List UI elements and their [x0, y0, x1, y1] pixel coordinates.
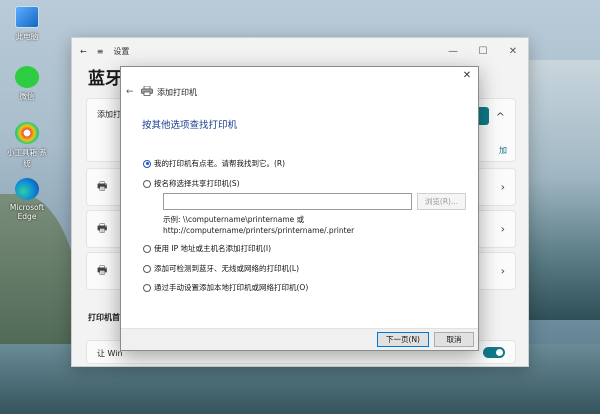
- page-title: 蓝牙: [88, 69, 122, 89]
- desktop-icon-label: 此电脑: [15, 32, 39, 41]
- printer-icon: 🖶: [97, 179, 108, 193]
- add-manually-link[interactable]: 加: [499, 145, 507, 156]
- example-line: http://computername/printers/printername…: [163, 226, 355, 235]
- desktop-icon-this-pc[interactable]: 此电脑: [4, 6, 50, 42]
- maximize-icon[interactable]: ☐: [468, 38, 498, 64]
- browse-button[interactable]: 浏览(R)...: [417, 193, 466, 210]
- option-ip-address[interactable]: 使用 IP 地址或主机名添加打印机(I): [143, 243, 271, 254]
- minimize-icon[interactable]: —: [438, 38, 468, 64]
- shared-printer-name-input[interactable]: [163, 193, 412, 210]
- desktop-icon-label: 小工具箱 系统: [7, 148, 47, 168]
- example-line: 示例: \\computername\printername 或: [163, 215, 305, 224]
- setting-label: 让 Win: [97, 349, 123, 358]
- add-printer-dialog: ✕ ← 添加打印机 按其他选项查找打印机 我的打印机有点老。请帮我找到它。(R)…: [120, 66, 479, 351]
- desktop-icon-label: Microsoft Edge: [9, 203, 45, 221]
- example-text: 示例: \\computername\printername 或 http://…: [163, 214, 354, 236]
- close-icon[interactable]: ✕: [498, 38, 528, 64]
- mini-tools-icon: [15, 122, 39, 144]
- desktop-icon-mini-tools[interactable]: 小工具箱 系统: [4, 122, 50, 169]
- radio-button[interactable]: [143, 264, 151, 273]
- printer-icon: [141, 86, 153, 96]
- cancel-button[interactable]: 取消: [434, 332, 474, 347]
- add-printer-label: 添加打: [97, 110, 121, 119]
- dialog-title: 添加打印机: [157, 88, 197, 97]
- window-title: 设置: [113, 46, 130, 56]
- printer-icon: 🖶: [97, 221, 108, 235]
- option-label: 添加可检测到蓝牙、无线或网络的打印机(L): [154, 264, 300, 273]
- menu-icon[interactable]: ≡: [97, 47, 104, 56]
- section-title: 打印机首: [88, 313, 120, 322]
- toggle-switch[interactable]: [483, 347, 505, 358]
- option-label: 我的打印机有点老。请帮我找到它。(R): [154, 159, 286, 168]
- option-old-printer[interactable]: 我的打印机有点老。请帮我找到它。(R): [143, 158, 285, 169]
- radio-button[interactable]: [143, 179, 151, 188]
- wechat-icon: [15, 66, 39, 88]
- radio-button-selected[interactable]: [143, 159, 151, 168]
- option-manual-local[interactable]: 通过手动设置添加本地打印机或网络打印机(O): [143, 282, 308, 293]
- radio-button[interactable]: [143, 244, 151, 253]
- dialog-heading: 按其他选项查找打印机: [142, 120, 238, 131]
- computer-icon: [15, 6, 39, 28]
- option-label: 按名称选择共享打印机(S): [154, 179, 240, 188]
- option-label: 使用 IP 地址或主机名添加打印机(I): [154, 244, 272, 253]
- back-arrow-icon[interactable]: ←: [80, 47, 87, 56]
- option-bluetooth-wireless[interactable]: 添加可检测到蓝牙、无线或网络的打印机(L): [143, 263, 299, 274]
- printer-icon: 🖶: [97, 263, 108, 277]
- radio-button[interactable]: [143, 283, 151, 292]
- chevron-right-icon: ›: [500, 264, 505, 278]
- close-icon[interactable]: ✕: [460, 69, 474, 83]
- option-label: 通过手动设置添加本地打印机或网络打印机(O): [154, 283, 309, 292]
- next-button[interactable]: 下一页(N): [377, 332, 429, 347]
- desktop-icon-edge[interactable]: Microsoft Edge: [4, 178, 50, 221]
- chevron-right-icon: ›: [500, 180, 505, 194]
- chevron-right-icon: ›: [500, 222, 505, 236]
- desktop-icon-label: 微信: [19, 92, 35, 101]
- chevron-up-icon[interactable]: ^: [496, 111, 505, 124]
- edge-icon: [15, 178, 39, 200]
- dialog-footer: 下一页(N) 取消: [121, 328, 478, 350]
- window-controls: — ☐ ✕: [438, 38, 528, 64]
- option-shared-by-name[interactable]: 按名称选择共享打印机(S): [143, 178, 240, 189]
- desktop-icon-wechat[interactable]: 微信: [4, 66, 50, 102]
- back-arrow-icon[interactable]: ←: [126, 87, 134, 97]
